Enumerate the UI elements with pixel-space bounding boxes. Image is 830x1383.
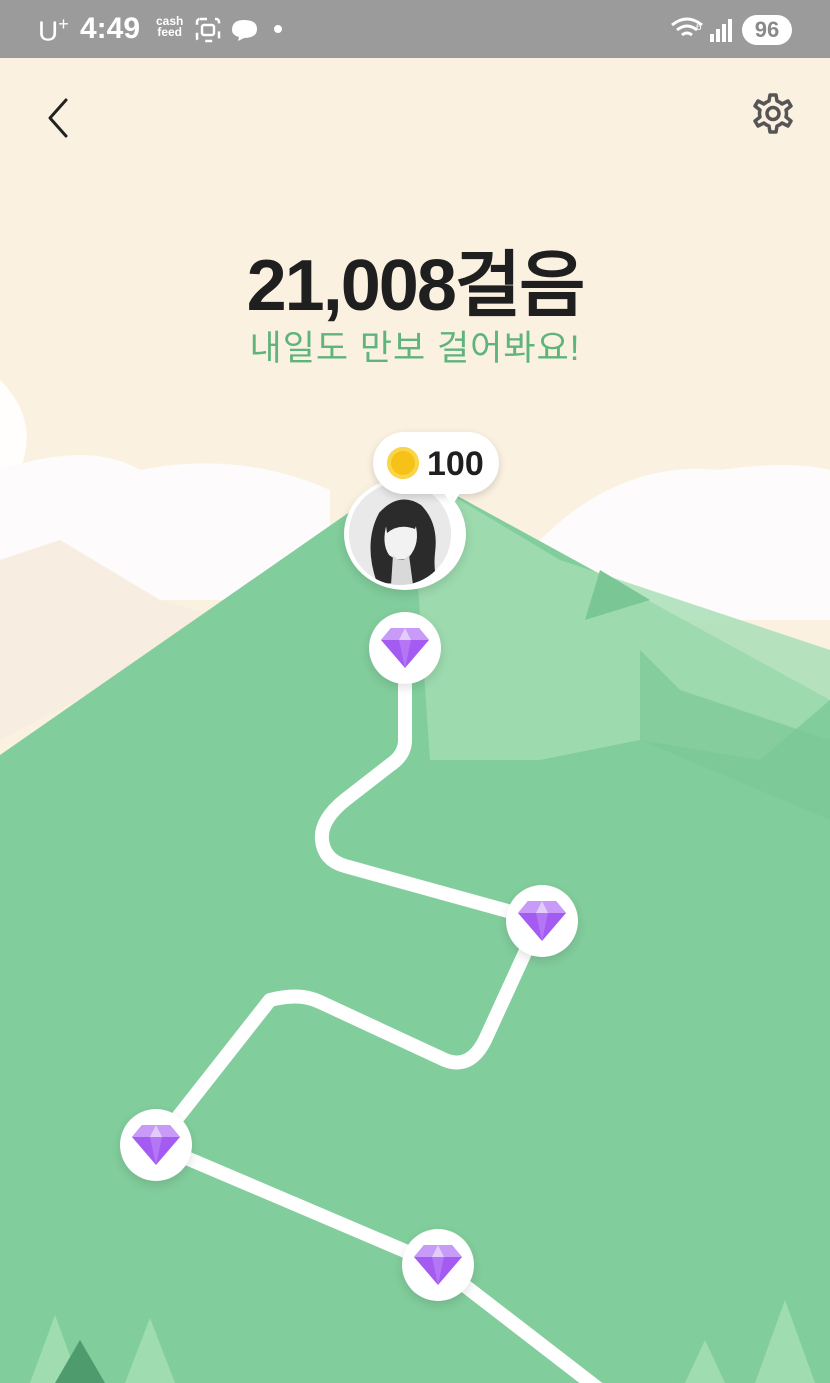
status-bar: U+ 4:49 cash feed 6 96 — [0, 0, 830, 58]
battery-indicator: 96 — [742, 15, 792, 45]
clock: 4:49 — [80, 12, 141, 45]
carrier-label: U+ — [38, 14, 69, 47]
settings-button[interactable] — [750, 92, 796, 138]
chat-icon — [232, 20, 257, 41]
step-count: 21,008걸음 — [246, 246, 586, 326]
wifi-icon: 6 — [671, 17, 703, 37]
diamond-icon — [414, 1245, 462, 1285]
cashfeed-icon: cash feed — [156, 14, 184, 39]
chevron-left-icon — [48, 98, 68, 138]
mountain-scene — [0, 380, 830, 1383]
encouragement-message: 내일도 만보 걸어봐요! — [249, 329, 581, 368]
back-button[interactable] — [38, 94, 78, 142]
diamond-icon — [132, 1125, 180, 1165]
path-node-3[interactable] — [120, 1109, 192, 1181]
path-node-2[interactable] — [506, 885, 578, 957]
reward-amount: 100 — [427, 445, 484, 483]
screenshot-icon — [195, 17, 221, 43]
profile-photo — [349, 483, 451, 585]
reward-bubble[interactable]: 100 — [373, 432, 499, 494]
path-node-4[interactable] — [402, 1229, 474, 1301]
path-node-1[interactable] — [369, 612, 441, 684]
notification-dot-icon — [274, 25, 282, 33]
bubble-tail — [442, 490, 462, 506]
coin-icon — [387, 447, 419, 479]
diamond-icon — [381, 628, 429, 668]
svg-text:6: 6 — [696, 22, 702, 33]
gear-icon — [753, 93, 793, 134]
signal-icon — [710, 19, 732, 42]
diamond-icon — [518, 901, 566, 941]
